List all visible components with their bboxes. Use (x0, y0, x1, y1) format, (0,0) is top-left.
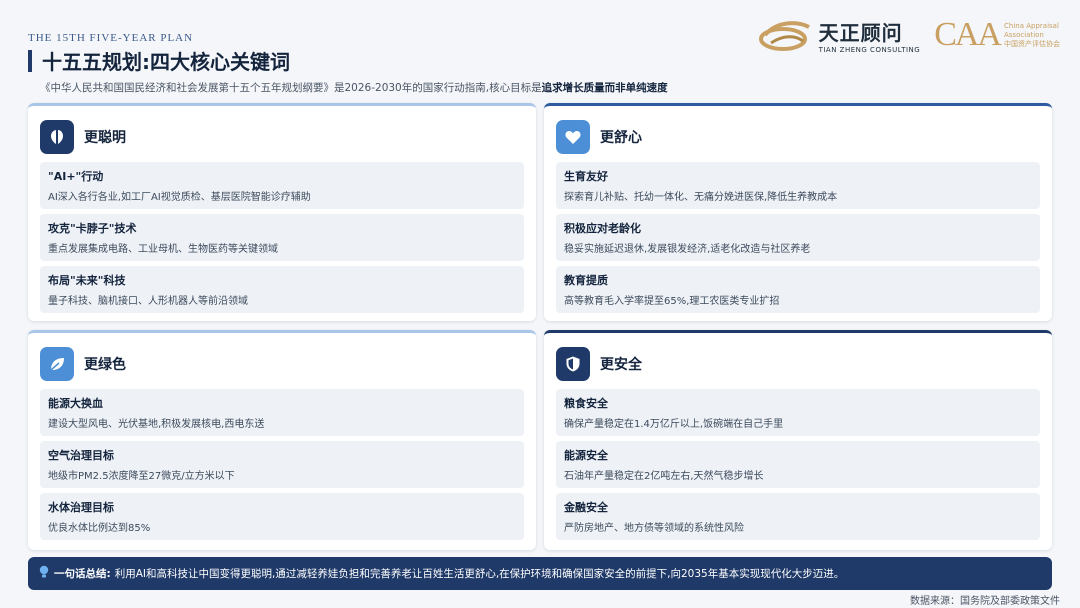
list-item: 金融安全 严防房地产、地方债等领域的系统性风险 (556, 493, 1040, 540)
item-title: 积极应对老龄化 (564, 222, 641, 235)
caa-logo-line1: China Appraisal (1004, 21, 1059, 30)
caa-logo: CAA China Appraisal Association 中国资产评估协会 (934, 16, 1060, 54)
list-item: 水体治理目标 优良水体比例达到85% (40, 493, 524, 540)
card-smarter: 更聪明 "AI+"行动 AI深入各行各业,如工厂AI视觉质检、基层医院智能诊疗辅… (28, 103, 536, 321)
list-item: 粮食安全 确保产量稳定在1.4万亿斤以上,饭碗端在自己手里 (556, 389, 1040, 436)
card-greener: 更绿色 能源大换血 建设大型风电、光伏基地,积极发展核电,西电东送 空气治理目标… (28, 330, 536, 550)
item-title: 能源安全 (564, 449, 608, 462)
data-source: 数据来源：国务院及部委政策文件 (910, 596, 1060, 607)
brain-icon (40, 120, 74, 154)
list-item: 能源大换血 建设大型风电、光伏基地,积极发展核电,西电东送 (40, 389, 524, 436)
item-desc: AI深入各行各业,如工厂AI视觉质检、基层医院智能诊疗辅助 (48, 192, 311, 203)
card-title: 更舒心 (600, 130, 642, 146)
page-title: 十五五规划:四大核心关键词 (42, 50, 290, 74)
tianzheng-logo-en: TIAN ZHENG CONSULTING (818, 45, 921, 54)
list-item: 积极应对老龄化 稳妥实施延迟退休,发展银发经济,适老化改造与社区养老 (556, 214, 1040, 261)
caa-logo-line2: Association (1004, 30, 1044, 39)
list-item: 布局"未来"科技 量子科技、脑机接口、人形机器人等前沿领域 (40, 266, 524, 313)
item-title: "AI+"行动 (48, 170, 104, 183)
item-desc: 石油年产量稳定在2亿吨左右,天然气稳步增长 (564, 471, 764, 482)
list-item: 攻克"卡脖子"技术 重点发展集成电路、工业母机、生物医药等关键领域 (40, 214, 524, 261)
card-title: 更聪明 (84, 130, 126, 146)
item-title: 空气治理目标 (48, 449, 114, 462)
card-more-comfortable: 更舒心 生育友好 探索育儿补贴、托幼一体化、无痛分娩进医保,降低生养教成本 积极… (544, 103, 1052, 321)
item-title: 布局"未来"科技 (48, 274, 126, 287)
item-title: 粮食安全 (564, 397, 608, 410)
list-item: "AI+"行动 AI深入各行各业,如工厂AI视觉质检、基层医院智能诊疗辅助 (40, 162, 524, 209)
summary-banner: 一句话总结: 利用AI和高科技让中国变得更聪明,通过减轻养娃负担和完善养老让百姓… (28, 557, 1052, 590)
item-title: 金融安全 (564, 501, 608, 514)
item-desc: 高等教育毛入学率提至65%,理工农医类专业扩招 (564, 296, 780, 307)
item-title: 水体治理目标 (48, 501, 114, 514)
page-subtitle: 《中华人民共和国国民经济和社会发展第十五个五年规划纲要》是2026-2030年的… (40, 80, 668, 95)
item-title: 攻克"卡脖子"技术 (48, 222, 137, 235)
item-desc: 优良水体比例达到85% (48, 523, 151, 534)
item-desc: 严防房地产、地方债等领域的系统性风险 (564, 523, 744, 534)
item-desc: 建设大型风电、光伏基地,积极发展核电,西电东送 (48, 419, 265, 430)
subtitle-emphasis: 追求增长质量而非单纯速度 (541, 82, 668, 94)
shield-icon (556, 347, 590, 381)
item-desc: 稳妥实施延迟退休,发展银发经济,适老化改造与社区养老 (564, 244, 811, 255)
summary-text: 利用AI和高科技让中国变得更聪明,通过减轻养娃负担和完善养老让百姓生活更舒心,在… (114, 568, 845, 580)
list-item: 教育提质 高等教育毛入学率提至65%,理工农医类专业扩招 (556, 266, 1040, 313)
item-desc: 探索育儿补贴、托幼一体化、无痛分娩进医保,降低生养教成本 (564, 192, 838, 203)
list-item: 能源安全 石油年产量稳定在2亿吨左右,天然气稳步增长 (556, 441, 1040, 488)
item-desc: 地级市PM2.5浓度降至27微克/立方米以下 (48, 471, 235, 482)
subtitle-prefix: 《中华人民共和国国民经济和社会发展第十五个五年规划纲要》是2026-2030年的… (40, 82, 542, 94)
tianzheng-logo: 天正顾问 TIAN ZHENG CONSULTING (757, 17, 921, 54)
item-title: 能源大换血 (48, 397, 103, 410)
header: THE 15TH FIVE-YEAR PLAN 十五五规划:四大核心关键词 (28, 32, 290, 75)
card-safer: 更安全 粮食安全 确保产量稳定在1.4万亿斤以上,饭碗端在自己手里 能源安全 石… (544, 330, 1052, 550)
caa-logo-line3: 中国资产评估协会 (1004, 39, 1060, 48)
tianzheng-logo-cn: 天正顾问 (818, 20, 903, 45)
item-desc: 量子科技、脑机接口、人形机器人等前沿领域 (48, 296, 248, 307)
title-row: 十五五规划:四大核心关键词 (28, 46, 290, 75)
list-item: 生育友好 探索育儿补贴、托幼一体化、无痛分娩进医保,降低生养教成本 (556, 162, 1040, 209)
heart-icon (556, 120, 590, 154)
logos: 天正顾问 TIAN ZHENG CONSULTING CAA China App… (757, 16, 1060, 54)
summary-label: 一句话总结: (54, 568, 111, 580)
title-accent-bar (28, 49, 32, 72)
tianzheng-logo-mark-icon (758, 21, 810, 51)
lightbulb-icon (38, 565, 50, 582)
list-item: 空气治理目标 地级市PM2.5浓度降至27微克/立方米以下 (40, 441, 524, 488)
caa-logo-mark: CAA (934, 16, 1002, 53)
item-title: 生育友好 (564, 170, 608, 183)
item-desc: 重点发展集成电路、工业母机、生物医药等关键领域 (48, 244, 278, 255)
item-desc: 确保产量稳定在1.4万亿斤以上,饭碗端在自己手里 (564, 419, 784, 430)
card-title: 更安全 (600, 357, 642, 373)
card-title: 更绿色 (84, 357, 126, 373)
eyebrow-text: THE 15TH FIVE-YEAR PLAN (28, 32, 194, 44)
item-title: 教育提质 (564, 274, 608, 287)
leaf-icon (40, 347, 74, 381)
